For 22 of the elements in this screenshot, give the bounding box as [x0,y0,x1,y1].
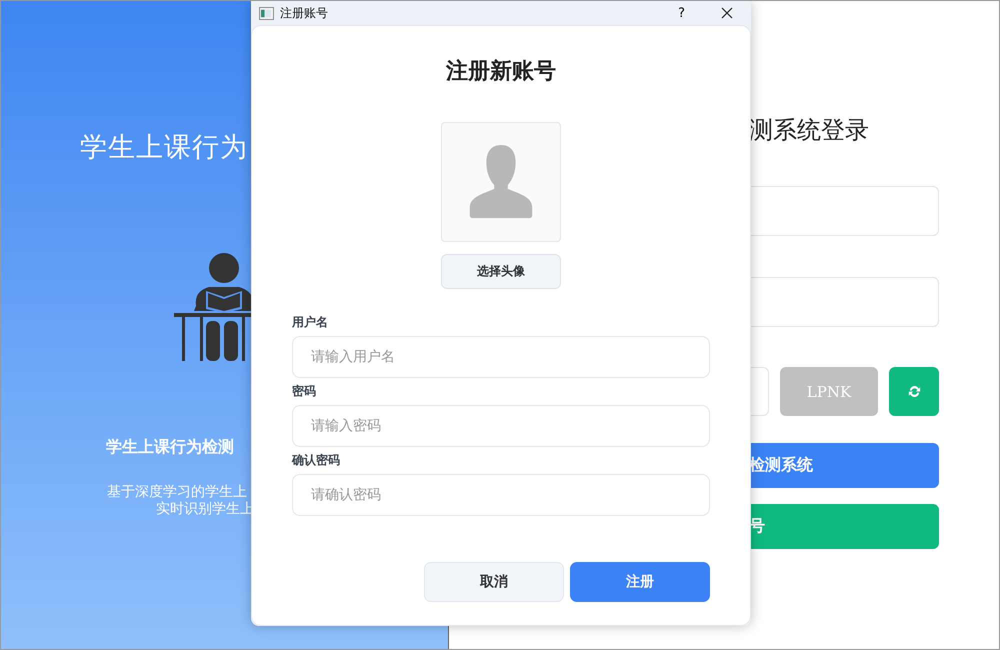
login-title: 测系统登录 [749,115,869,145]
panel-title: 学生上课行为 [80,131,248,165]
refresh-icon [906,384,922,399]
captcha-code: LPNK [780,367,878,416]
cancel-button[interactable]: 取消 [424,562,564,602]
window-title: 注册账号 [280,4,328,22]
refresh-button[interactable] [889,367,939,416]
input-field[interactable]: 请输入密码 [292,405,710,447]
app-icon [259,6,274,20]
choose-avatar-button[interactable]: 选择头像 [441,254,561,289]
student-reading-icon [174,251,254,361]
register-button[interactable]: 注册 [570,562,710,602]
input-field[interactable]: 请确认密码 [292,474,710,516]
field-label: 确认密码 [292,452,340,469]
field-label: 密码 [292,383,316,400]
dialog-heading: 注册新账号 [446,57,556,86]
panel-subtitle: 学生上课行为检测 [106,437,234,458]
field-label: 用户名 [292,314,328,331]
help-button[interactable]: ? [658,2,705,24]
description-line: 基于深度学习的学生上 [107,484,247,501]
close-icon [721,7,733,19]
input-field[interactable]: 请输入用户名 [292,336,710,378]
